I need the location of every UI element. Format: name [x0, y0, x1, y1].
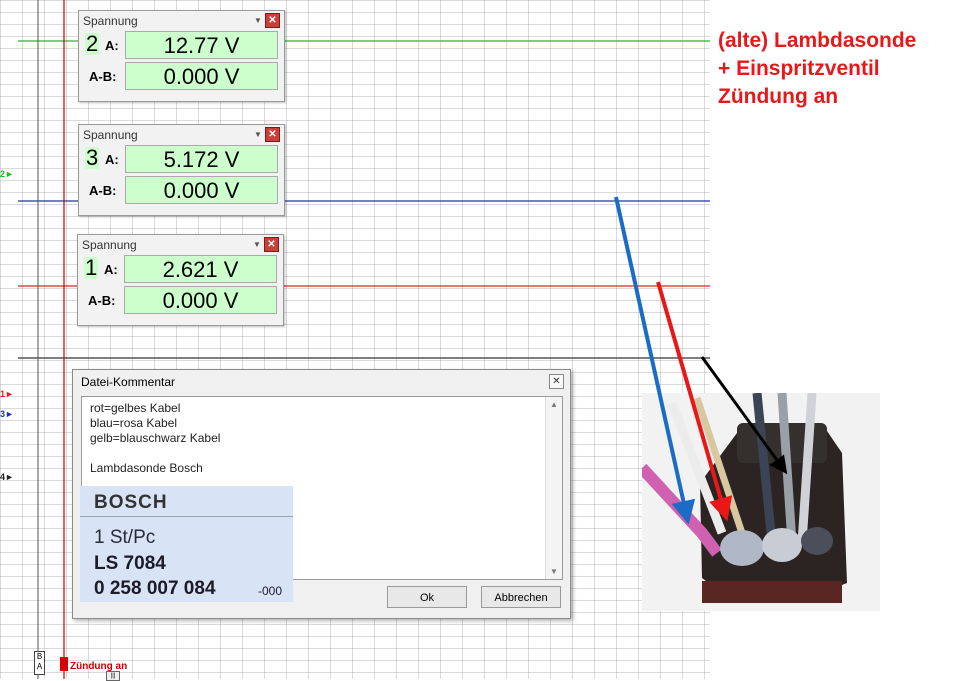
comment-line: rot=gelbes Kabel — [90, 401, 181, 415]
channel-3-marker[interactable]: 3► — [0, 409, 14, 419]
channel-1-marker[interactable]: 1► — [0, 389, 14, 399]
cursor-a-label: A — [36, 662, 43, 671]
channel-number: 3 — [85, 145, 100, 170]
part-suffix-text: -000 — [258, 584, 283, 598]
comment-line: Lambdasonde Bosch — [90, 461, 203, 475]
vertical-scrollbar[interactable]: ▲ ▼ — [545, 397, 562, 579]
model-text: LS 7084 — [94, 553, 166, 574]
comment-line: gelb=blauschwarz Kabel — [90, 431, 221, 445]
cursor-b-label: B — [36, 652, 43, 661]
meter-title: Spannung — [83, 14, 138, 28]
comment-line — [90, 446, 220, 461]
comment-line: blau=rosa Kabel — [90, 416, 178, 430]
close-icon[interactable]: ✕ — [549, 374, 564, 389]
scroll-up-icon[interactable]: ▲ — [546, 400, 562, 409]
close-icon[interactable]: ✕ — [265, 127, 280, 142]
meter-window-channel-3[interactable]: Spannung ▼ ✕ 3 A: 5.172 V A-B: 0.000 V — [78, 124, 285, 216]
a-value: 12.77 V — [125, 31, 278, 59]
meter-window-channel-2[interactable]: Spannung ▼ ✕ 2 A: 12.77 V A-B: 0.000 V — [78, 10, 285, 102]
label-divider — [80, 516, 293, 517]
scroll-down-icon[interactable]: ▼ — [546, 567, 562, 576]
dropdown-icon[interactable]: ▼ — [253, 130, 263, 139]
bosch-label-photo: BOSCH 1 St/Pc LS 7084 0 258 007 084 -000 — [80, 486, 293, 602]
annotation-line: Zündung an — [718, 85, 839, 108]
a-label: A: — [105, 152, 119, 167]
ab-value: 0.000 V — [125, 176, 278, 204]
a-value: 5.172 V — [125, 145, 278, 173]
meter-window-channel-1[interactable]: Spannung ▼ ✕ 1 A: 2.621 V A-B: 0.000 V — [77, 234, 284, 326]
cancel-button[interactable]: Abbrechen — [481, 586, 561, 608]
a-value: 2.621 V — [124, 255, 277, 283]
brand-text: BOSCH — [94, 492, 168, 513]
dialog-title: Datei-Kommentar — [81, 375, 176, 389]
annotation-line: (alte) Lambdasonde — [718, 29, 917, 52]
channel-4-marker[interactable]: 4► — [0, 472, 14, 482]
ok-button[interactable]: Ok — [387, 586, 467, 608]
dropdown-icon[interactable]: ▼ — [253, 16, 263, 25]
red-annotation: (alte) Lambdasonde + Einspritzventil Zün… — [718, 27, 916, 111]
channel-2-marker[interactable]: 2► — [0, 169, 14, 179]
meter-title: Spannung — [82, 238, 137, 252]
close-icon[interactable]: ✕ — [265, 13, 280, 28]
ab-value: 0.000 V — [124, 286, 277, 314]
cursor-ba-box[interactable]: B A — [34, 651, 45, 675]
ab-label: A-B: — [89, 69, 117, 84]
part-number-text: 0 258 007 084 — [94, 578, 216, 599]
close-icon[interactable]: ✕ — [264, 237, 279, 252]
channel-number: 1 — [84, 255, 99, 280]
horizontal-scroll-handle[interactable]: ||| — [106, 671, 120, 681]
ab-value: 0.000 V — [125, 62, 278, 90]
dropdown-icon[interactable]: ▼ — [252, 240, 262, 249]
connector-photo — [642, 393, 880, 611]
trigger-handle — [60, 657, 68, 671]
annotation-line: + Einspritzventil — [718, 57, 880, 80]
quantity-text: 1 St/Pc — [94, 527, 156, 548]
ab-label: A-B: — [89, 183, 117, 198]
a-label: A: — [105, 38, 119, 53]
meter-title: Spannung — [83, 128, 138, 142]
a-label: A: — [104, 262, 118, 277]
channel-number: 2 — [85, 31, 100, 56]
ab-label: A-B: — [88, 293, 116, 308]
